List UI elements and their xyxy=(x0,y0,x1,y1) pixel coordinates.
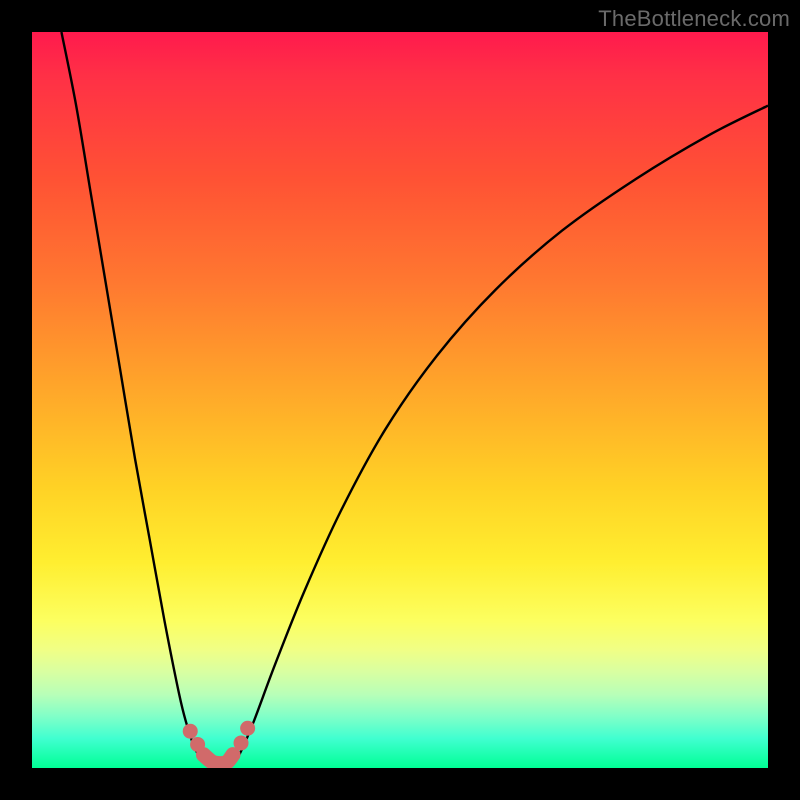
valley-marker-dots xyxy=(183,721,255,762)
chart-svg xyxy=(32,32,768,768)
curve-left-branch xyxy=(61,32,208,764)
curve-right-branch xyxy=(231,106,768,765)
watermark-text: TheBottleneck.com xyxy=(598,6,790,32)
valley-dot xyxy=(234,735,249,750)
valley-dot xyxy=(183,724,198,739)
valley-dot xyxy=(240,721,255,736)
chart-plot-area xyxy=(32,32,768,768)
valley-dot xyxy=(196,747,211,762)
